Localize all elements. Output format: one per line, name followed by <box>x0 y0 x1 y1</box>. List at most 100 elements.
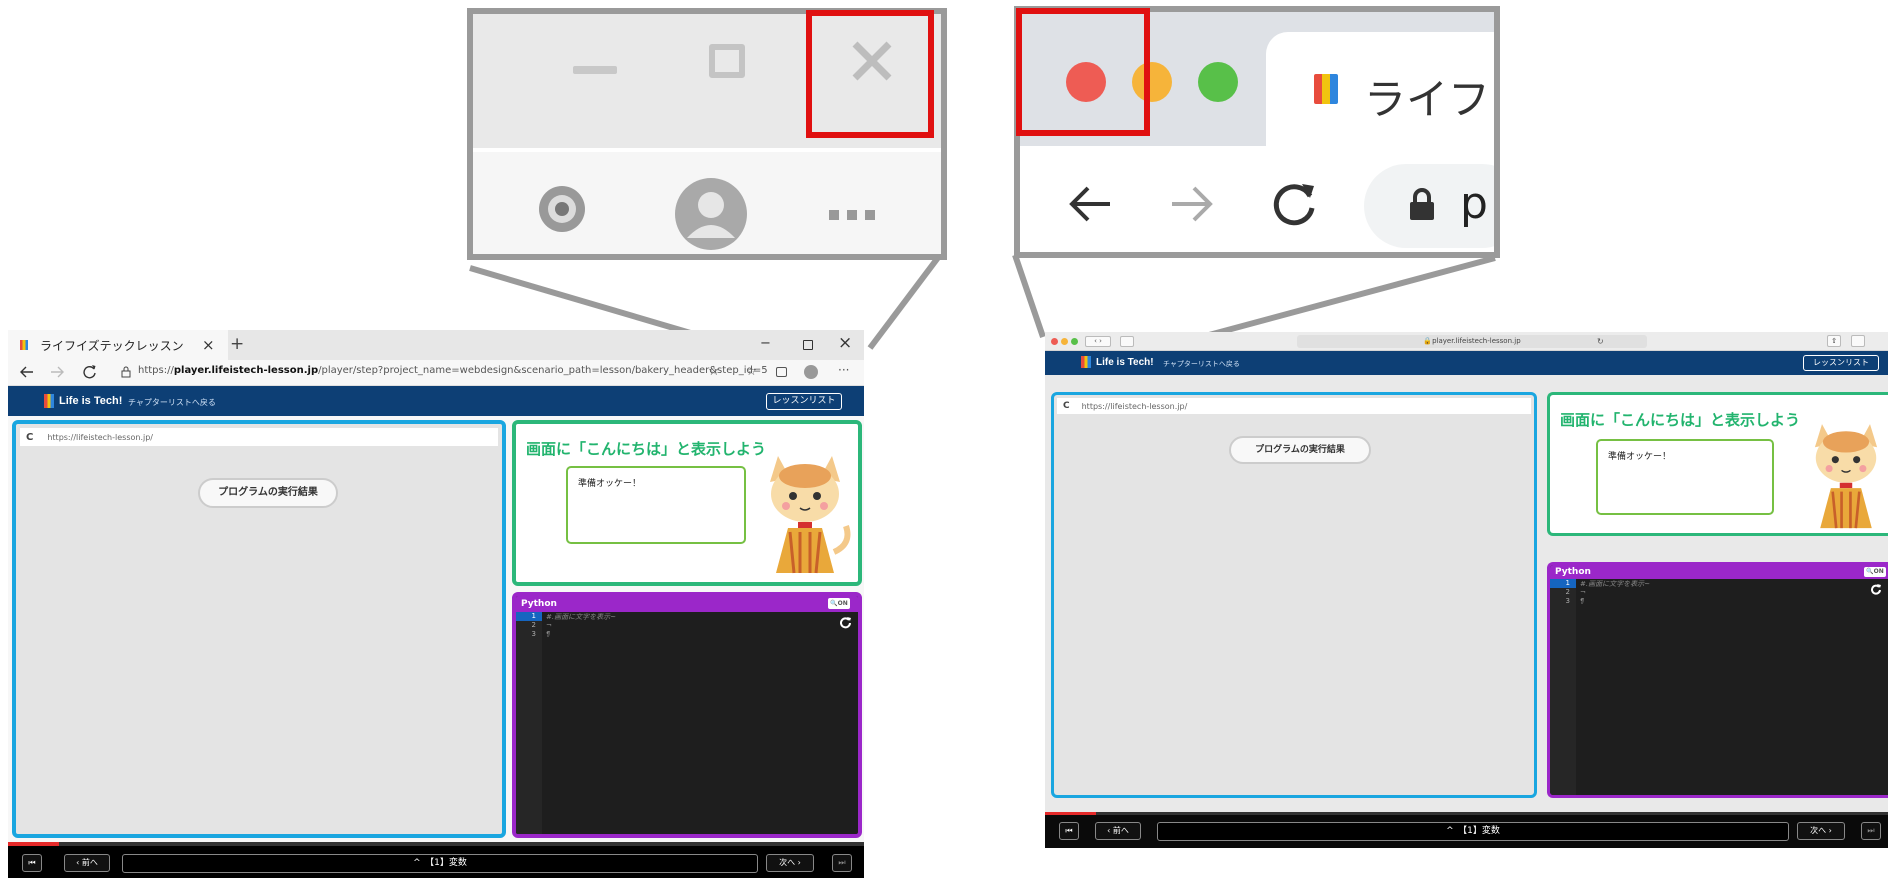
preview-url: https://lifeistech-lesson.jp/ <box>1081 401 1188 411</box>
profile-avatar-icon[interactable] <box>804 365 818 379</box>
profile-avatar-icon[interactable] <box>673 176 749 252</box>
minimize-traffic-light-icon[interactable] <box>1061 338 1068 345</box>
line-number: 3 <box>531 630 536 638</box>
close-traffic-light-icon[interactable] <box>1051 338 1058 345</box>
search-toggle-button[interactable]: 🔍ON <box>828 598 850 609</box>
code-line-1[interactable]: #.画面に文字を表示~ <box>1580 579 1650 589</box>
code-line-1[interactable]: #.画面に文字を表示~ <box>546 612 616 622</box>
reload-icon[interactable] <box>82 364 97 379</box>
first-step-button[interactable]: ⏮ <box>1059 822 1079 840</box>
code-editor[interactable]: Python 🔍ON 1 2 3 #.画面に文字を表示~ ¬ ¶ <box>512 592 862 838</box>
preview-panel: C https://lifeistech-lesson.jp/ プログラムの実行… <box>1051 392 1537 798</box>
bubble-text: 準備オッケー！ <box>1608 452 1672 462</box>
chapter-label: 【1】変数 <box>1462 826 1500 836</box>
program-result-button[interactable]: プログラムの実行結果 <box>1229 436 1371 464</box>
lesson-list-button[interactable]: レッスンリスト <box>766 393 842 410</box>
code-line-3[interactable]: ¶ <box>1580 597 1584 605</box>
favorites-list-icon[interactable]: ☆ <box>746 364 757 378</box>
collections-icon[interactable] <box>776 367 787 377</box>
preview-panel: C https://lifeistech-lesson.jp/ プログラムの実行… <box>12 420 506 838</box>
search-toggle-button[interactable]: 🔍ON <box>1864 567 1886 577</box>
restore-icon[interactable] <box>709 44 745 78</box>
program-result-button[interactable]: プログラムの実行結果 <box>198 478 338 508</box>
reload-icon[interactable] <box>1270 180 1318 228</box>
speech-bubble: 準備オッケー！ <box>1596 439 1774 515</box>
lifeistech-logo[interactable]: Life is Tech! <box>44 394 122 408</box>
refresh-icon[interactable] <box>839 616 852 629</box>
safari-url: player.lifeistech-lesson.jp <box>1432 337 1521 345</box>
lesson-navigation-bar: ⏮ ‹ 前へ ^ 【1】変数 次へ › ⏭ <box>8 846 864 878</box>
prev-button[interactable]: ‹ 前へ <box>1095 822 1141 840</box>
favorite-star-icon[interactable]: ☆ <box>708 364 720 379</box>
editor-toolbar: Python 🔍ON <box>1550 565 1888 579</box>
first-step-button[interactable]: ⏮ <box>22 854 42 872</box>
zoom-traffic-light-icon[interactable] <box>1198 62 1238 102</box>
favicon-icon <box>20 340 28 350</box>
lock-icon <box>121 366 131 378</box>
lesson-list-button[interactable]: レッスンリスト <box>1803 355 1879 371</box>
last-step-button[interactable]: ⏭ <box>1861 822 1881 840</box>
tab-close-icon[interactable]: × <box>202 336 215 354</box>
chevron-up-icon: ^ <box>1446 826 1454 836</box>
back-arrow-icon[interactable] <box>20 366 34 378</box>
chapter-selector[interactable]: ^ 【1】変数 <box>1157 822 1789 841</box>
mission-panel: 画面に「こんにちは」と表示しよう 準備オッケー！ <box>1547 392 1888 536</box>
last-step-button[interactable]: ⏭ <box>832 854 852 872</box>
forward-arrow-icon[interactable] <box>1170 184 1216 224</box>
sidebar-icon[interactable] <box>1120 336 1134 347</box>
line-number: 1 <box>1550 579 1576 588</box>
extensions-icon[interactable] <box>535 182 589 236</box>
chapter-selector[interactable]: ^ 【1】変数 <box>122 854 758 873</box>
zoom-tab-title: ライフ <box>1364 75 1491 124</box>
safari-address-bar[interactable]: 🔒player.lifeistech-lesson.jp <box>1297 335 1647 348</box>
share-icon[interactable]: ⇧ <box>1827 335 1841 347</box>
preview-reload-icon[interactable]: C <box>26 432 33 443</box>
mission-panel: 画面に「こんにちは」と表示しよう 準備オッケー！ <box>512 420 862 586</box>
back-forward-buttons[interactable]: ‹ › <box>1085 336 1111 347</box>
edge-browser-window: ライフイズテックレッスン × + − × https://player.life… <box>8 330 864 878</box>
next-button[interactable]: 次へ › <box>1797 822 1845 840</box>
logo-mark-icon <box>1081 356 1091 368</box>
window-minimize-button[interactable]: − <box>760 336 771 351</box>
highlight-traffic-lights <box>1016 8 1150 136</box>
next-button[interactable]: 次へ › <box>766 854 814 872</box>
forward-arrow-icon[interactable] <box>50 366 64 378</box>
lifeistech-logo[interactable]: Life is Tech! <box>1081 356 1154 368</box>
back-to-chapter-list-link[interactable]: チャプターリストへ戻る <box>1163 359 1240 369</box>
window-close-button[interactable]: × <box>838 333 852 353</box>
back-arrow-icon[interactable] <box>1066 184 1112 224</box>
reload-icon[interactable]: ↻ <box>1597 337 1604 346</box>
line-number-gutter: 1 2 3 <box>516 612 542 834</box>
code-line-2[interactable]: ¬ <box>1580 588 1586 596</box>
lock-icon <box>1408 188 1436 222</box>
lesson-header: Life is Tech! チャプターリストへ戻る レッスンリスト <box>8 386 864 416</box>
cat-character-icon <box>756 448 854 582</box>
code-line-2[interactable]: ¬ <box>546 621 552 629</box>
editor-language: Python <box>1555 567 1591 577</box>
back-to-chapter-list-link[interactable]: チャプターリストへ戻る <box>128 397 216 408</box>
preview-reload-icon[interactable]: C <box>1063 401 1070 411</box>
more-menu-icon[interactable]: ··· <box>838 363 849 377</box>
window-restore-icon[interactable] <box>803 340 813 350</box>
logo-text: Life is Tech! <box>1096 356 1154 368</box>
zoom-traffic-light-icon[interactable] <box>1071 338 1078 345</box>
prev-button[interactable]: ‹ 前へ <box>64 854 110 872</box>
preview-url-bar: C https://lifeistech-lesson.jp/ <box>1057 398 1531 414</box>
address-bar[interactable]: https://player.lifeistech-lesson.jp/play… <box>138 365 768 376</box>
more-menu-icon[interactable] <box>827 208 877 222</box>
minimize-icon[interactable] <box>573 66 617 74</box>
line-number: 1 <box>516 612 542 621</box>
tabs-overview-icon[interactable] <box>1851 335 1865 347</box>
lesson-navigation-bar: ⏮ ‹ 前へ ^ 【1】変数 次へ › ⏭ <box>1045 815 1888 848</box>
mission-title: 画面に「こんにちは」と表示しよう <box>1560 411 1801 429</box>
new-tab-button[interactable]: + <box>230 334 244 354</box>
preview-url: https://lifeistech-lesson.jp/ <box>47 432 153 442</box>
editor-language: Python <box>521 599 557 609</box>
browser-tab[interactable]: ライフイズテックレッスン × <box>8 330 228 360</box>
line-number: 2 <box>1565 588 1570 596</box>
lock-icon: 🔒 <box>1423 337 1433 345</box>
code-line-3[interactable]: ¶ <box>546 630 550 638</box>
cat-character-icon <box>1800 417 1888 533</box>
refresh-icon[interactable] <box>1870 583 1882 595</box>
code-editor[interactable]: Python 🔍ON 1 2 3 #.画面に文字を表示~ ¬ ¶ <box>1547 562 1888 798</box>
